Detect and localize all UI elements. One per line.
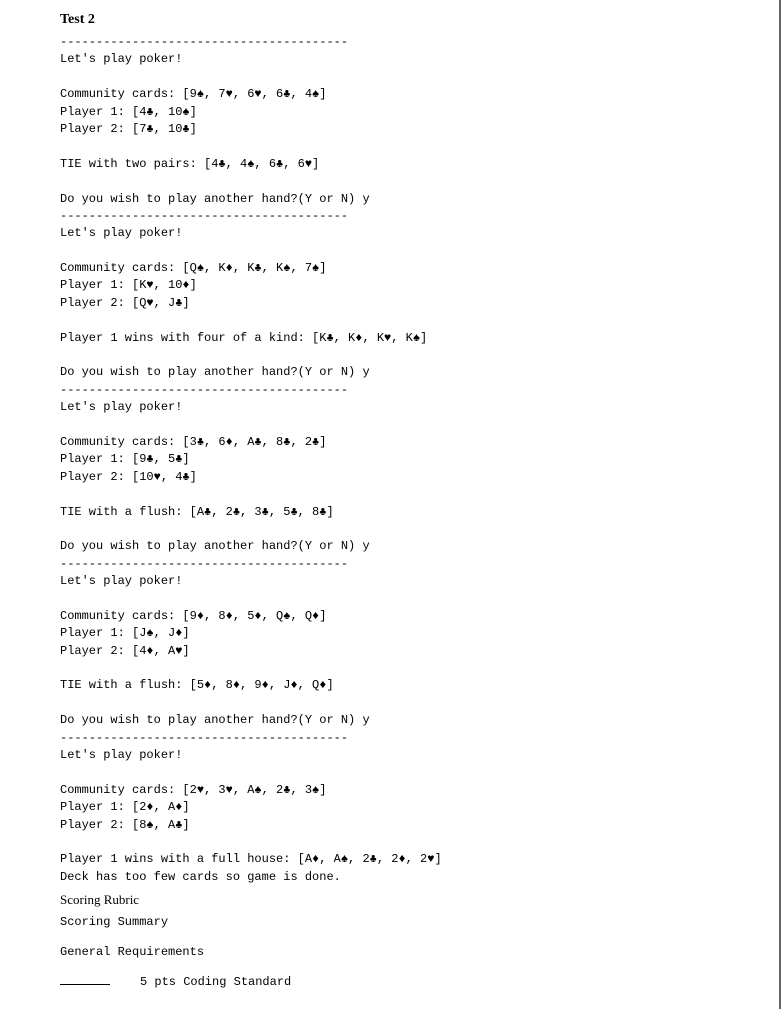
rubric-heading: Scoring Rubric [60,892,719,908]
poker-output: ----------------------------------------… [60,34,719,886]
general-requirements: General Requirements [60,944,719,961]
score-blank [60,973,110,985]
test-heading: Test 2 [60,12,719,28]
scoring-summary: Scoring Summary [60,914,719,931]
score-item-text: 5 pts Coding Standard [140,975,291,989]
score-line: 5 pts Coding Standard [60,973,719,989]
document-page: Test 2 ---------------------------------… [0,0,781,1009]
